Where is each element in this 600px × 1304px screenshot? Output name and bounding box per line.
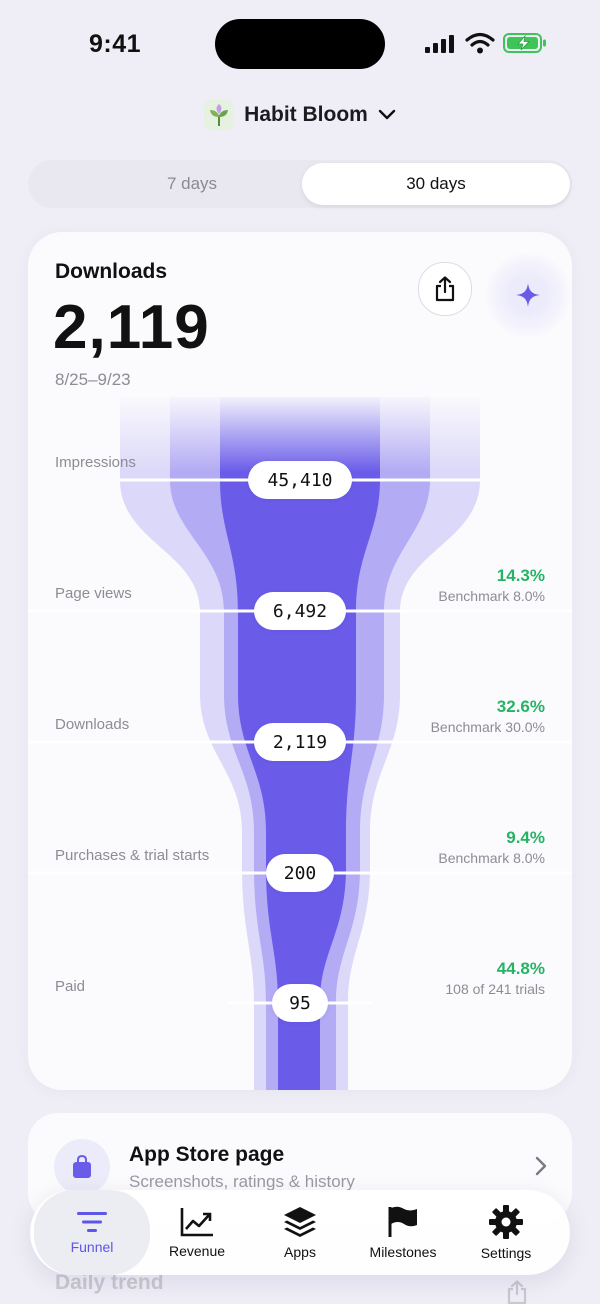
gear-icon	[489, 1204, 523, 1239]
conversion-downloads: 32.6% Benchmark 30.0%	[431, 697, 545, 735]
wifi-icon	[465, 32, 495, 54]
shopping-bag-icon	[73, 1155, 91, 1178]
store-page-title: App Store page	[129, 1143, 285, 1166]
tab-bar: Funnel Revenue Apps Milestones Settings	[30, 1190, 570, 1275]
bag-icon-circle	[54, 1139, 110, 1195]
benchmark-text: 108 of 241 trials	[445, 981, 545, 997]
status-time: 9:41	[89, 30, 142, 58]
stage-label-impressions: Impressions	[55, 454, 136, 471]
conversion-paid: 44.8% 108 of 241 trials	[445, 959, 545, 997]
funnel-icon	[77, 1211, 107, 1232]
conversion-rate: 9.4%	[506, 828, 545, 847]
summary-title: Downloads	[55, 260, 168, 283]
benchmark-text: Benchmark 8.0%	[438, 850, 545, 866]
sparkle-icon	[516, 283, 540, 307]
battery-charging-icon	[503, 33, 546, 53]
share-icon	[435, 276, 455, 302]
conversion-page-views: 14.3% Benchmark 8.0%	[438, 566, 545, 604]
tab-funnel[interactable]: Funnel	[34, 1190, 150, 1275]
range-30-days[interactable]: 30 days	[302, 163, 570, 205]
stage-value-purchases: 200	[266, 854, 334, 892]
stage-value-paid: 95	[272, 984, 328, 1022]
stage-label-paid: Paid	[55, 978, 86, 995]
stage-value-page-views: 6,492	[254, 592, 346, 630]
app-name: Habit Bloom	[244, 103, 368, 126]
dynamic-island	[215, 19, 385, 69]
tab-label: Milestones	[369, 1243, 437, 1260]
tab-label: Apps	[284, 1243, 316, 1260]
funnel-card: Downloads 2,119 8/25–9/23 Impressions Pa…	[28, 232, 572, 1090]
tab-label: Funnel	[70, 1238, 114, 1255]
tab-label: Settings	[480, 1244, 532, 1261]
stage-label-downloads: Downloads	[55, 716, 130, 733]
status-bar: 9:41	[0, 0, 600, 88]
stage-label-purchases: Purchases & trial starts	[55, 847, 210, 864]
tab-apps[interactable]: Apps	[250, 1190, 350, 1275]
conversion-rate: 32.6%	[496, 697, 545, 716]
stage-value-downloads: 2,119	[254, 723, 346, 761]
cellular-signal-icon	[425, 35, 454, 53]
conversion-purchases: 9.4% Benchmark 8.0%	[438, 828, 545, 866]
plant-icon	[204, 100, 235, 130]
layers-icon	[284, 1206, 316, 1237]
stage-label-page-views: Page views	[55, 585, 132, 602]
range-7-days[interactable]: 7 days	[58, 163, 326, 205]
chart-icon	[180, 1207, 213, 1236]
summary-value: 2,119	[53, 293, 210, 362]
tab-settings[interactable]: Settings	[456, 1190, 556, 1275]
share-icon[interactable]	[506, 1280, 528, 1304]
conversion-rate: 44.8%	[496, 959, 545, 978]
share-button[interactable]	[418, 262, 472, 316]
conversion-rate: 14.3%	[496, 566, 545, 585]
tab-label: Revenue	[168, 1242, 226, 1259]
ai-insights-button[interactable]	[485, 252, 571, 338]
chevron-down-icon	[378, 109, 396, 120]
flag-icon	[388, 1206, 417, 1237]
tab-milestones[interactable]: Milestones	[353, 1190, 453, 1275]
benchmark-text: Benchmark 30.0%	[430, 719, 545, 735]
summary-date-range: 8/25–9/23	[55, 370, 131, 389]
benchmark-text: Benchmark 8.0%	[438, 588, 545, 604]
store-page-subtitle: Screenshots, ratings & history	[129, 1172, 355, 1191]
chevron-right-icon	[535, 1156, 547, 1176]
stage-value-impressions: 45,410	[248, 461, 352, 499]
tab-revenue[interactable]: Revenue	[147, 1190, 247, 1275]
range-segmented-control: 7 days 30 days	[28, 160, 572, 208]
app-switcher[interactable]: Habit Bloom	[0, 98, 600, 132]
